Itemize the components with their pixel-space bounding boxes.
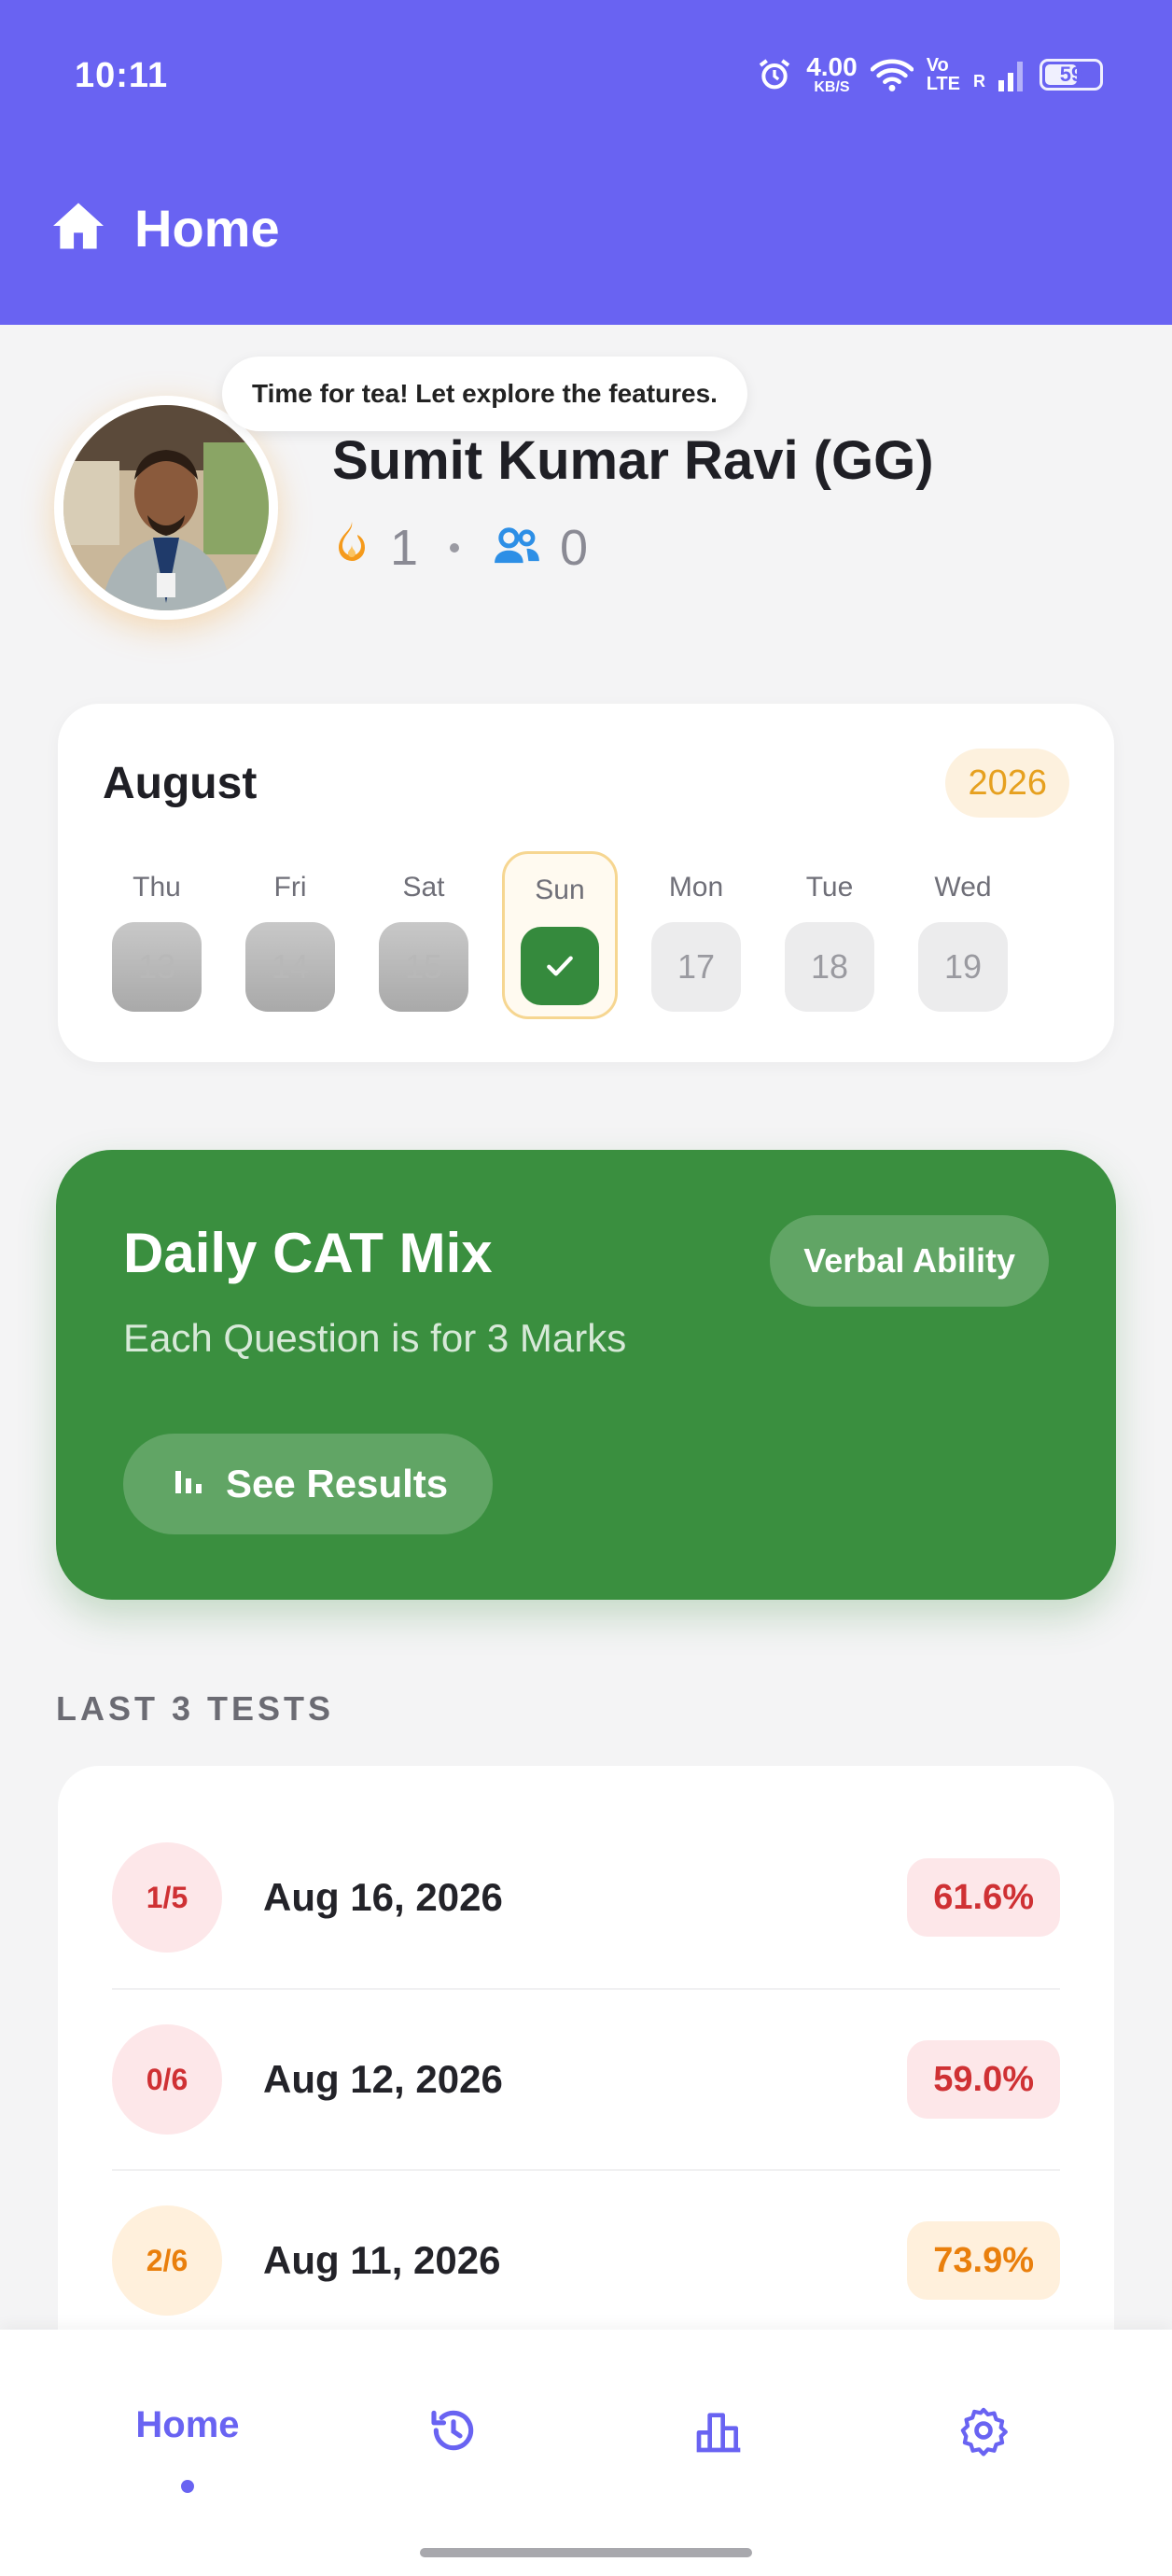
completed-check — [521, 927, 599, 1005]
test-date: Aug 12, 2026 — [263, 2057, 503, 2101]
day-mon[interactable]: Mon 17 — [638, 851, 754, 1019]
daily-mix-title: Daily CAT Mix — [123, 1222, 493, 1284]
test-row[interactable]: 0/6 Aug 12, 2026 59.0% — [112, 1988, 1060, 2169]
page-title: Home — [134, 199, 280, 258]
day-wed[interactable]: Wed 19 — [905, 851, 1021, 1019]
day-number: 15 — [379, 922, 468, 1012]
calendar-year-badge: 2026 — [945, 749, 1069, 818]
alarm-icon — [756, 56, 793, 93]
week-strip: Thu 13 Fri 14 Sat 15 Sun Mon 17 Tue 18 W… — [99, 851, 1069, 1019]
bar-chart-icon — [172, 1462, 205, 1506]
net-speed: 4.00 KB/S — [806, 54, 858, 95]
users-icon — [491, 519, 541, 577]
avatar[interactable] — [54, 396, 278, 620]
settings-icon — [957, 2404, 1010, 2461]
net-speed-value: 4.00 — [806, 52, 858, 81]
test-score-badge: 0/6 — [112, 2024, 222, 2135]
day-fri[interactable]: Fri 14 — [232, 851, 348, 1019]
day-number: 19 — [918, 922, 1008, 1012]
user-name: Sumit Kumar Ravi (GG) — [332, 430, 934, 491]
day-number: 17 — [651, 922, 741, 1012]
nav-history[interactable] — [360, 2404, 547, 2516]
nav-leaderboard[interactable] — [625, 2404, 812, 2516]
net-speed-unit: KB/S — [814, 79, 850, 95]
day-tue[interactable]: Tue 18 — [772, 851, 887, 1019]
day-sun-today[interactable]: Sun — [502, 851, 618, 1019]
test-score-badge: 2/6 — [112, 2205, 222, 2316]
test-date: Aug 16, 2026 — [263, 1875, 503, 1919]
category-tag[interactable]: Verbal Ability — [770, 1215, 1049, 1307]
daily-mix-subtitle: Each Question is for 3 Marks — [123, 1316, 627, 1360]
test-percent-badge: 73.9% — [907, 2221, 1060, 2300]
flame-icon — [332, 519, 371, 577]
calendar-card: August 2026 Thu 13 Fri 14 Sat 15 Sun Mon… — [58, 704, 1114, 1062]
battery-icon: 59 — [1039, 59, 1103, 91]
page-title-row: Home — [50, 198, 280, 259]
app-bar: 10:11 4.00 KB/S Vo LTE R 59 Home — [0, 0, 1172, 325]
day-name: Fri — [273, 872, 307, 903]
day-name: Mon — [668, 872, 724, 903]
volte-bottom: LTE — [926, 74, 960, 94]
day-name: Wed — [934, 872, 992, 903]
test-row[interactable]: 1/5 Aug 16, 2026 61.6% — [112, 1807, 1060, 1988]
nav-settings[interactable] — [890, 2404, 1077, 2516]
roaming-indicator: R — [973, 71, 985, 91]
wifi-icon — [870, 56, 914, 93]
avatar-photo — [63, 405, 269, 610]
day-name: Sat — [402, 872, 445, 903]
test-date: Aug 11, 2026 — [263, 2238, 501, 2282]
home-icon — [50, 201, 106, 256]
check-icon — [547, 956, 573, 976]
day-number: 14 — [245, 922, 335, 1012]
nav-home[interactable]: Home — [94, 2404, 281, 2516]
user-stats: 1 0 — [332, 519, 588, 577]
status-icons: 4.00 KB/S Vo LTE R 59 — [756, 54, 1103, 95]
day-name: Sun — [535, 875, 585, 905]
section-label-last-tests: LAST 3 TESTS — [56, 1689, 335, 1728]
day-number: 18 — [785, 922, 874, 1012]
friends-count: 0 — [560, 520, 589, 576]
see-results-label: See Results — [226, 1462, 449, 1505]
day-name: Tue — [805, 872, 854, 903]
day-number: 13 — [112, 922, 202, 1012]
bottom-nav: Home — [0, 2330, 1172, 2576]
nav-home-label: Home — [135, 2404, 240, 2445]
test-score-badge: 1/5 — [112, 1842, 222, 1953]
nav-active-indicator — [181, 2480, 194, 2493]
calendar-month: August — [103, 759, 258, 808]
history-icon — [427, 2404, 480, 2461]
status-time: 10:11 — [75, 56, 169, 95]
test-percent-badge: 61.6% — [907, 1858, 1060, 1937]
test-percent-badge: 59.0% — [907, 2040, 1060, 2119]
daily-mix-card[interactable]: Daily CAT Mix Each Question is for 3 Mar… — [56, 1150, 1116, 1600]
volte-top: Vo — [926, 55, 949, 76]
day-sat[interactable]: Sat 15 — [366, 851, 481, 1019]
signal-icon — [998, 58, 1026, 91]
greeting-tooltip: Time for tea! Let explore the features. — [222, 357, 747, 431]
stats-separator — [450, 543, 460, 553]
streak-count: 1 — [390, 520, 419, 576]
day-name: Thu — [133, 872, 181, 903]
home-indicator[interactable] — [420, 2548, 752, 2557]
see-results-button[interactable]: See Results — [123, 1434, 494, 1534]
day-thu[interactable]: Thu 13 — [99, 851, 215, 1019]
battery-level: 59 — [1059, 63, 1083, 86]
volte-indicator: Vo LTE — [927, 56, 960, 93]
test-row[interactable]: 2/6 Aug 11, 2026 73.9% — [112, 2169, 1060, 2350]
leaderboard-icon — [692, 2404, 745, 2461]
